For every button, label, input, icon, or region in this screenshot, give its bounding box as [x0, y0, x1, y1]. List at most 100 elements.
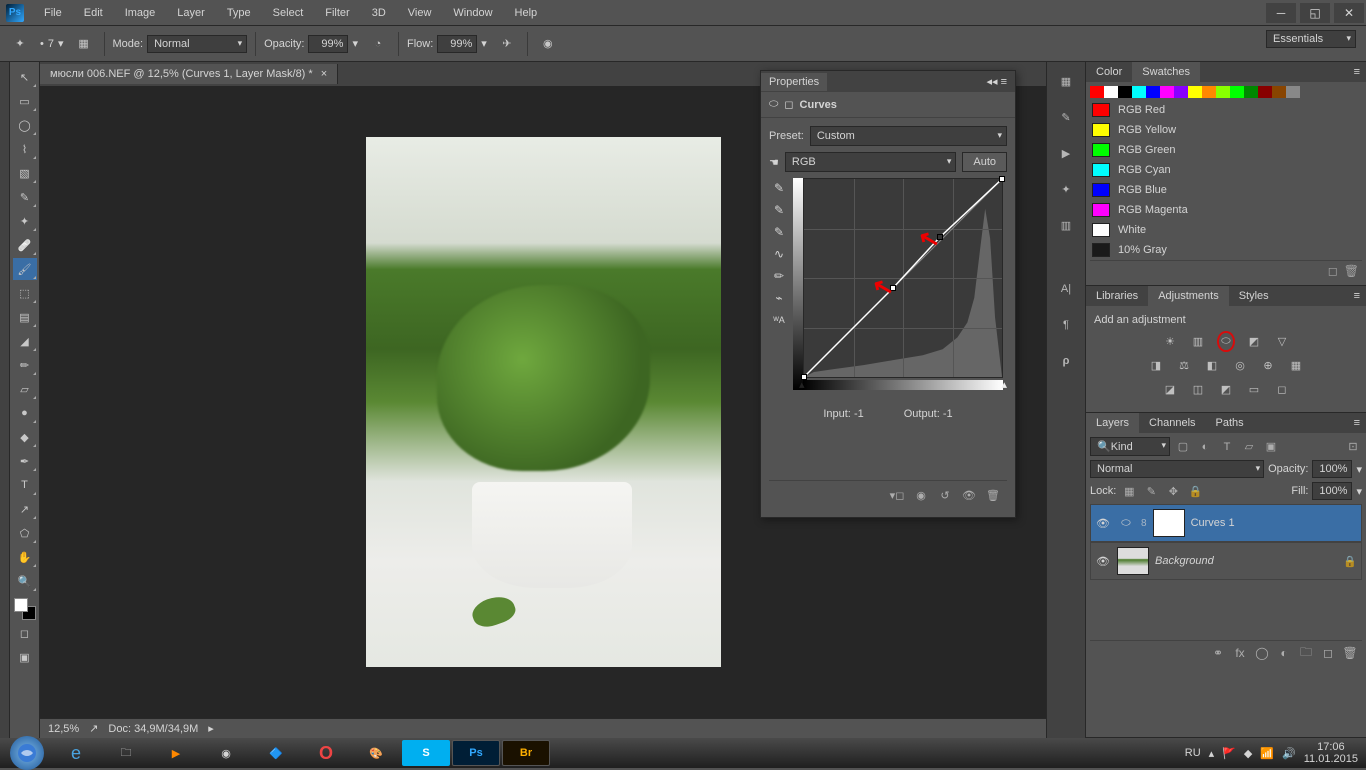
taskbar-opera-icon[interactable]: O — [302, 740, 350, 766]
eyedropper-gray-icon[interactable]: ✎ — [771, 202, 787, 218]
brush-size[interactable]: •7 ▾ — [40, 37, 64, 50]
paragraph-icon[interactable]: ¶ — [1055, 314, 1077, 336]
curve-edit-icon[interactable]: ∿ — [771, 246, 787, 262]
document-tab[interactable]: мюсли 006.NEF @ 12,5% (Curves 1, Layer M… — [40, 64, 338, 84]
bw-icon[interactable]: ◧ — [1202, 356, 1222, 374]
new-adj-layer-icon[interactable]: ◐ — [1276, 645, 1292, 661]
layer-row[interactable]: 👁 Background 🔒 — [1090, 542, 1362, 580]
swatch-row[interactable]: RGB Cyan — [1090, 160, 1362, 180]
menu-select[interactable]: Select — [263, 3, 314, 23]
taskbar-ie-icon[interactable]: e — [52, 740, 100, 766]
start-button[interactable] — [10, 736, 44, 770]
gradient-map-icon[interactable]: ▭ — [1244, 380, 1264, 398]
tool-4[interactable]: ▧ — [13, 162, 37, 184]
menu-filter[interactable]: Filter — [315, 3, 359, 23]
vibrance-icon[interactable]: ▽ — [1272, 332, 1292, 350]
swatch[interactable] — [1244, 86, 1258, 98]
lock-pixels-icon[interactable]: ▦ — [1120, 483, 1138, 499]
swatch[interactable] — [1258, 86, 1272, 98]
blend-mode-select[interactable]: Normal — [147, 35, 247, 53]
menu-3d[interactable]: 3D — [362, 3, 396, 23]
curves-icon[interactable]: ⬭ — [1216, 332, 1236, 350]
lock-position-icon[interactable]: ✥ — [1164, 483, 1182, 499]
panel-menu-icon[interactable]: ≡ — [1348, 413, 1366, 433]
tool-15[interactable]: ◆ — [13, 426, 37, 448]
tool-10[interactable]: ▤ — [13, 306, 37, 328]
new-group-icon[interactable]: 🗀 — [1298, 645, 1314, 661]
hand-icon[interactable]: ᵂA — [771, 312, 787, 328]
taskbar-media-icon[interactable]: ▶ — [152, 740, 200, 766]
panel-menu-icon[interactable]: ≡ — [1348, 286, 1366, 306]
tab-adjustments[interactable]: Adjustments — [1148, 286, 1229, 306]
filter-type-icon[interactable]: T — [1218, 439, 1236, 455]
tool-19[interactable]: ⬠ — [13, 522, 37, 544]
eyedropper-white-icon[interactable]: ✎ — [771, 224, 787, 240]
brightness-icon[interactable]: ☀ — [1160, 332, 1180, 350]
swatch-row[interactable]: RGB Yellow — [1090, 120, 1362, 140]
curves-graph[interactable]: ↖ ↖ — [803, 178, 1003, 378]
tool-20[interactable]: ✋ — [13, 546, 37, 568]
layer-thumbnail[interactable] — [1117, 547, 1149, 575]
play-icon[interactable]: ▶ — [1055, 142, 1077, 164]
brushes-icon[interactable]: ✎ — [1055, 106, 1077, 128]
swatch-row[interactable]: 10% Gray — [1090, 240, 1362, 260]
pressure-opacity-icon[interactable]: ◔ — [366, 33, 390, 55]
filter-smart-icon[interactable]: ▣ — [1262, 439, 1280, 455]
minimize-button[interactable]: ─ — [1266, 3, 1296, 23]
zoom-level[interactable]: 12,5% — [48, 723, 79, 735]
layer-name[interactable]: Background — [1155, 555, 1214, 567]
swatch[interactable] — [1146, 86, 1160, 98]
swatch[interactable] — [1118, 86, 1132, 98]
tool-2[interactable]: ◯ — [13, 114, 37, 136]
doc-info[interactable]: Doc: 34,9M/34,9M — [108, 723, 198, 735]
swatch[interactable] — [1286, 86, 1300, 98]
posterize-icon[interactable]: ◫ — [1188, 380, 1208, 398]
brush-panel-icon[interactable]: ▦ — [72, 33, 96, 55]
swatch[interactable] — [1104, 86, 1118, 98]
smooth-icon[interactable]: ⌁ — [771, 290, 787, 306]
swatches-icon[interactable]: ▦ — [1055, 70, 1077, 92]
swatch-row[interactable]: RGB Magenta — [1090, 200, 1362, 220]
language-indicator[interactable]: RU — [1185, 747, 1201, 759]
taskbar-chrome-icon[interactable]: ◉ — [202, 740, 250, 766]
tab-color[interactable]: Color — [1086, 62, 1132, 82]
layer-row[interactable]: 👁 ⬭ 8 Curves 1 — [1090, 504, 1362, 542]
targeted-adj-icon[interactable]: ☚ — [769, 156, 779, 169]
filter-shape-icon[interactable]: ▱ — [1240, 439, 1258, 455]
menu-file[interactable]: File — [34, 3, 72, 23]
color-swatches[interactable] — [14, 598, 36, 620]
reset-icon[interactable]: ↺ — [937, 487, 953, 503]
workspace-select[interactable]: Essentials — [1266, 30, 1356, 48]
close-tab-icon[interactable]: × — [321, 68, 327, 80]
swatch[interactable] — [1272, 86, 1286, 98]
exposure-icon[interactable]: ◩ — [1244, 332, 1264, 350]
nav-icon[interactable]: ✦ — [1055, 178, 1077, 200]
taskbar-photoshop-icon[interactable]: Ps — [452, 740, 500, 766]
tray-app-icon[interactable]: ◆ — [1244, 747, 1252, 760]
maximize-button[interactable]: ◱ — [1300, 3, 1330, 23]
opacity-input[interactable]: 99% — [308, 35, 348, 53]
swatch-row[interactable]: RGB Blue — [1090, 180, 1362, 200]
tab-swatches[interactable]: Swatches — [1132, 62, 1200, 82]
lut-icon[interactable]: ▦ — [1286, 356, 1306, 374]
tool-1[interactable]: ▭ — [13, 90, 37, 112]
add-mask-icon[interactable]: ◯ — [1254, 645, 1270, 661]
swatch-row[interactable]: White — [1090, 220, 1362, 240]
tab-libraries[interactable]: Libraries — [1086, 286, 1148, 306]
layer-name[interactable]: Curves 1 — [1191, 517, 1235, 529]
swatch[interactable] — [1188, 86, 1202, 98]
character-icon[interactable]: A| — [1055, 278, 1077, 300]
swatch[interactable] — [1090, 86, 1104, 98]
tool-7[interactable]: 🩹 — [13, 234, 37, 256]
menu-layer[interactable]: Layer — [167, 3, 215, 23]
channel-select[interactable]: RGB — [785, 152, 956, 172]
layer-filter-select[interactable]: 🔍Kind — [1090, 437, 1170, 456]
channel-mixer-icon[interactable]: ⊕ — [1258, 356, 1278, 374]
tray-chevron-icon[interactable]: ▴ — [1209, 747, 1215, 760]
taskbar-skype-icon[interactable]: S — [402, 740, 450, 766]
histogram-icon[interactable]: ▥ — [1055, 214, 1077, 236]
airbrush-icon[interactable]: ✈ — [495, 33, 519, 55]
mask-link-icon[interactable]: 8 — [1141, 518, 1147, 529]
swatch-row[interactable]: RGB Green — [1090, 140, 1362, 160]
flow-input[interactable]: 99% — [437, 35, 477, 53]
